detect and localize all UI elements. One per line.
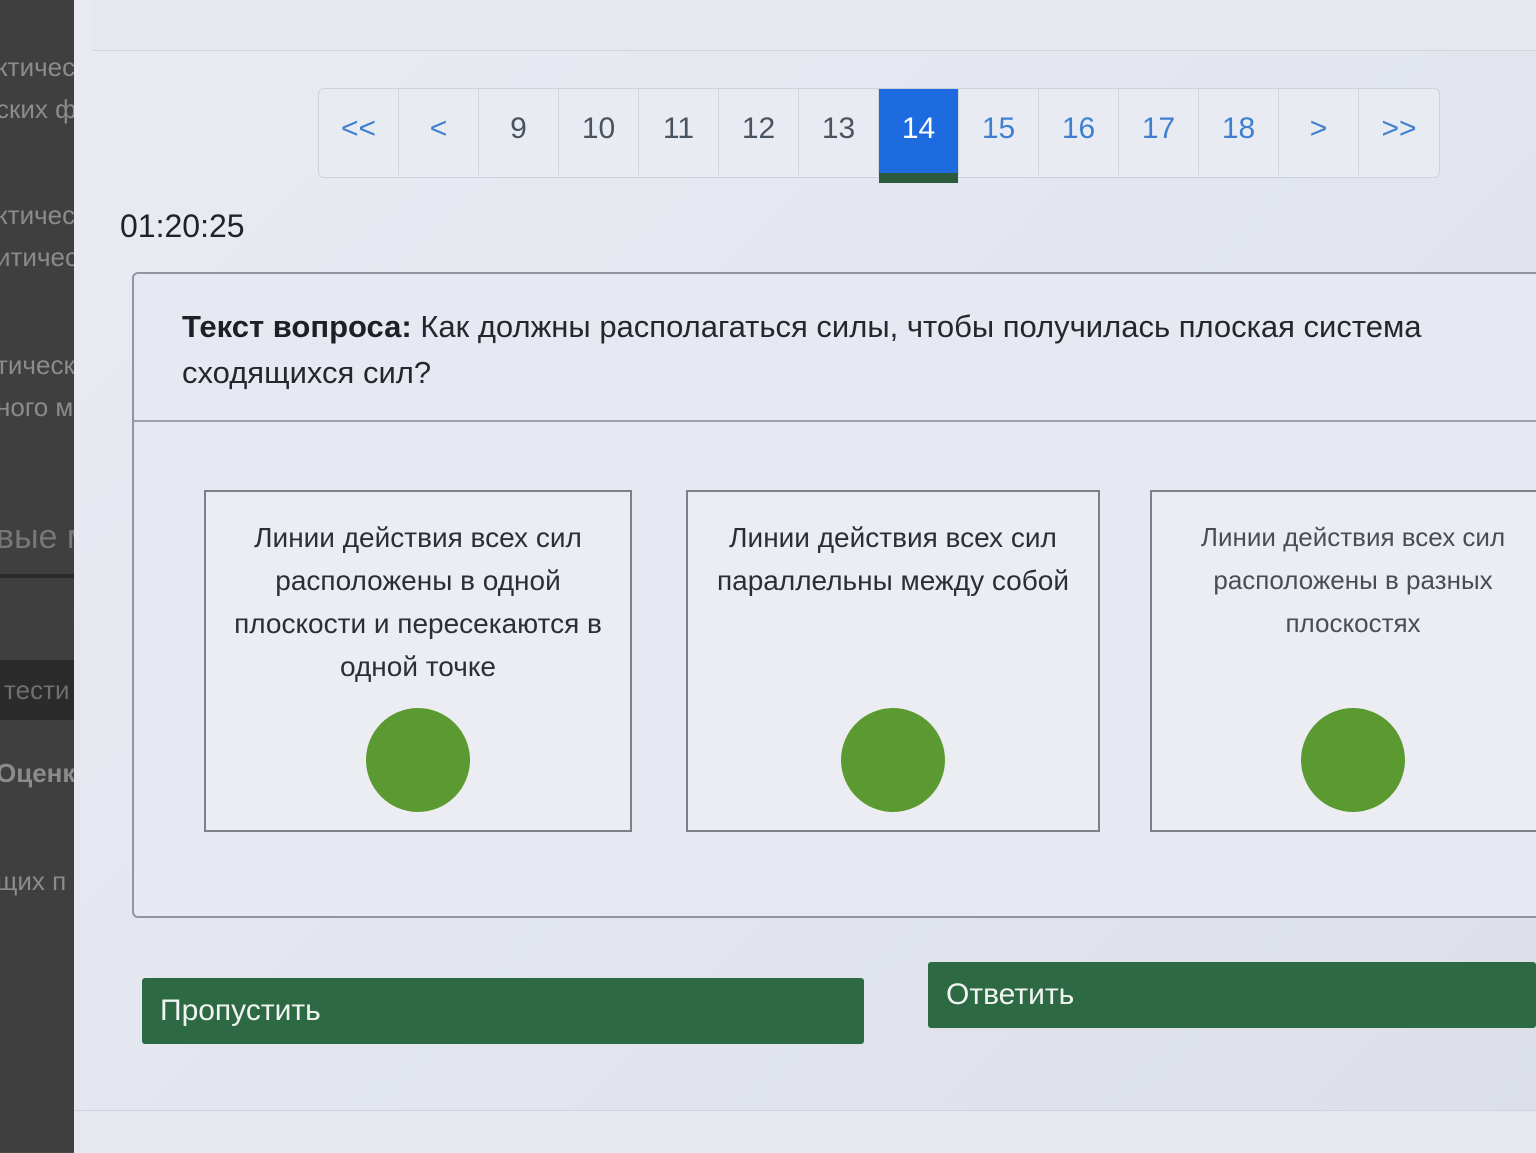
question-header: Текст вопроса: Как должны располагаться … [134,274,1536,422]
question-pagination: << < 9 10 11 12 13 14 15 16 17 18 > >> [318,88,1440,183]
page-footer-strip [74,1110,1536,1153]
sidebar-divider [0,574,80,578]
page-9-button[interactable]: 9 [479,89,559,175]
answer-option-2-text: Линии действия всех сил параллельны межд… [717,522,1069,596]
page-prev-button[interactable]: < [399,89,479,175]
page-15-button[interactable]: 15 [959,89,1039,175]
answer-option-1-text: Линии действия всех сил расположены в од… [234,522,602,682]
answer-option-1[interactable]: Линии действия всех сил расположены в од… [204,490,632,832]
page-10-button[interactable]: 10 [559,89,639,175]
page-13-button[interactable]: 13 [799,89,879,175]
answer-option-2[interactable]: Линии действия всех сил параллельны межд… [686,490,1100,832]
page-16-button[interactable]: 16 [1039,89,1119,175]
question-label: Текст вопроса: [182,309,412,344]
answer-option-3-text: Линии действия всех сил расположены в ра… [1200,522,1506,638]
question-card: Текст вопроса: Как должны располагаться … [132,272,1536,918]
page-14-button-current[interactable]: 14 [879,89,959,183]
answer-option-1-radio[interactable] [366,708,470,812]
page-last-button[interactable]: >> [1359,89,1439,175]
page-18-button[interactable]: 18 [1199,89,1279,175]
sidebar-item-grade[interactable]: Оценк [0,758,75,789]
page-17-button[interactable]: 17 [1119,89,1199,175]
skip-button[interactable]: Пропустить [142,978,864,1044]
answer-option-3-radio[interactable] [1301,708,1405,812]
sidebar-item-2-line2[interactable]: итичес [0,242,78,273]
sidebar-item-3[interactable]: тическ [0,350,75,381]
answer-option-2-radio[interactable] [841,708,945,812]
answer-button[interactable]: Ответить [928,962,1536,1028]
page-header-strip [92,0,1536,51]
countdown-timer: 01:20:25 [120,208,245,244]
sidebar-item-5[interactable]: щих п [0,866,66,897]
page-first-button[interactable]: << [319,89,399,175]
page-11-button[interactable]: 11 [639,89,719,175]
page-12-button[interactable]: 12 [719,89,799,175]
page-next-button[interactable]: > [1279,89,1359,175]
answer-option-3[interactable]: Линии действия всех сил расположены в ра… [1150,490,1536,832]
question-text-block: Текст вопроса: Как должны располагаться … [182,304,1442,396]
sidebar-item-3-line2[interactable]: ного м [0,392,73,423]
